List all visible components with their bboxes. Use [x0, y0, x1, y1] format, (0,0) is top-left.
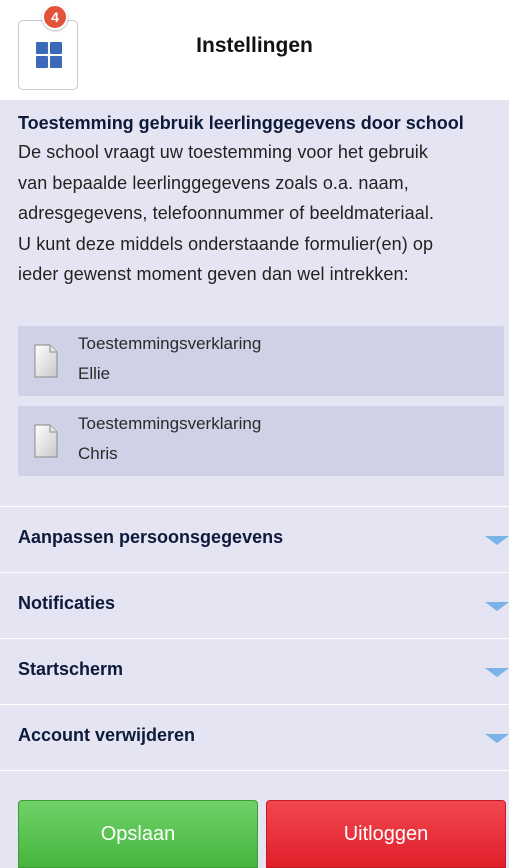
consent-description: De school vraagt uw toestemming voor het…	[18, 137, 504, 290]
save-button[interactable]: Opslaan	[18, 800, 258, 868]
section-startscherm[interactable]: Startscherm	[0, 638, 509, 704]
section-aanpassen-persoonsgegevens[interactable]: Aanpassen persoonsgegevens	[0, 506, 509, 572]
document-student-name: Chris	[78, 444, 118, 463]
divider	[0, 770, 509, 771]
section-label: Aanpassen persoonsgegevens	[18, 527, 284, 547]
chevron-down-icon	[485, 668, 509, 677]
consent-text-line: U kunt deze middels onderstaande formuli…	[18, 233, 434, 254]
page-title: Instellingen	[196, 34, 313, 57]
consent-document-chris[interactable]: Toestemmingsverklaring Chris	[18, 406, 504, 476]
consent-text-line: adresgegevens, telefoonnummer of beeldma…	[18, 203, 435, 223]
consent-text-line: ieder gewenst moment geven dan wel intre…	[18, 264, 409, 284]
consent-text-line: van bepaalde leerlinggegevens zoals o.a.…	[18, 172, 409, 193]
chevron-down-icon	[485, 536, 509, 545]
section-label: Notificaties	[18, 593, 116, 613]
document-student-name: Ellie	[78, 364, 111, 383]
section-label: Startscherm	[18, 659, 124, 679]
header-bar: 4 Instellingen	[0, 0, 509, 100]
section-label: Account verwijderen	[18, 725, 196, 745]
section-account-verwijderen[interactable]: Account verwijderen	[0, 704, 509, 770]
document-title: Toestemmingsverklaring	[78, 414, 262, 433]
notification-badge: 4	[42, 4, 68, 30]
document-icon	[34, 344, 58, 378]
document-icon	[34, 424, 58, 458]
chevron-down-icon	[485, 602, 509, 611]
consent-title: Toestemming gebruik leerlinggegevens doo…	[18, 113, 464, 133]
section-notificaties[interactable]: Notificaties	[0, 572, 509, 638]
logout-button[interactable]: Uitloggen	[266, 800, 506, 868]
consent-document-ellie[interactable]: Toestemmingsverklaring Ellie	[18, 326, 504, 396]
consent-section: Toestemming gebruik leerlinggegevens doo…	[18, 110, 504, 290]
document-title: Toestemmingsverklaring	[78, 334, 262, 353]
consent-text-line: De school vraagt uw toestemming voor het…	[18, 142, 429, 162]
chevron-down-icon	[485, 734, 509, 743]
